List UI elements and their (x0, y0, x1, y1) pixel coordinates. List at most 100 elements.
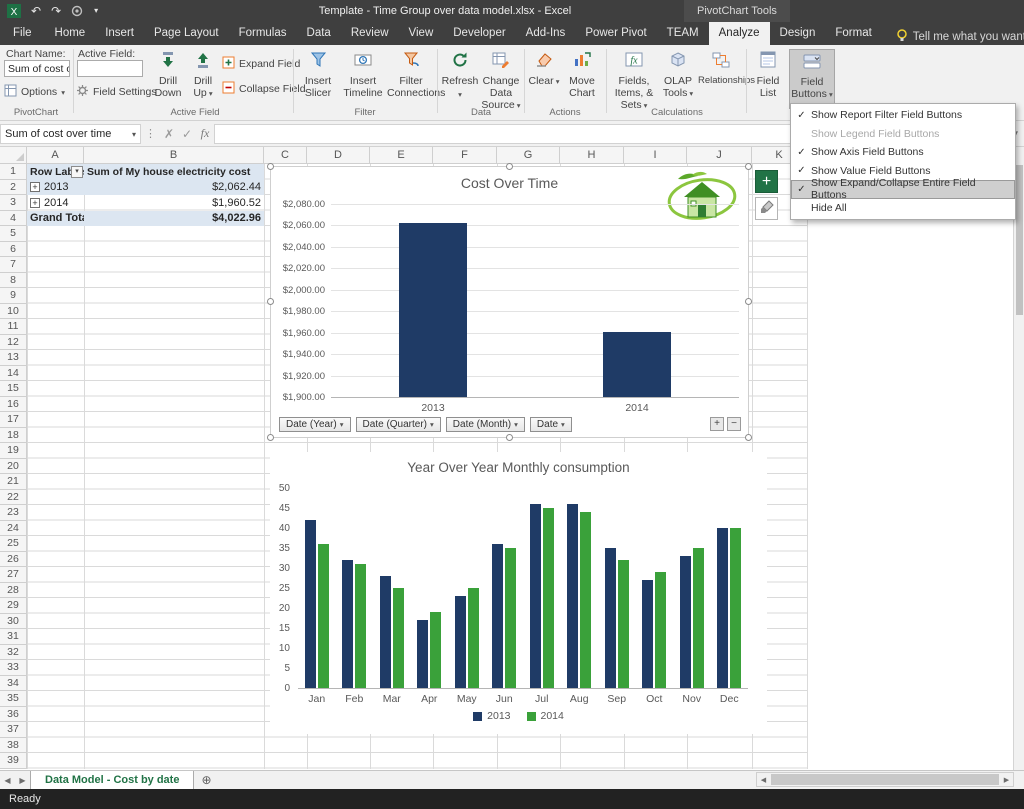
pivotchart-collapse-button[interactable]: − (727, 417, 741, 431)
row-header-5[interactable]: 5 (0, 226, 27, 242)
row-header-10[interactable]: 10 (0, 304, 27, 320)
chart-elements-button[interactable]: + (755, 170, 778, 193)
ribbon-tab-formulas[interactable]: Formulas (229, 22, 297, 45)
row-header-6[interactable]: 6 (0, 242, 27, 258)
row-header-32[interactable]: 32 (0, 645, 27, 661)
clear-button[interactable]: Clear (528, 49, 560, 109)
chart-title[interactable]: Year Over Year Monthly consumption (270, 460, 767, 475)
pivot-row-label[interactable]: Grand Total (27, 211, 84, 227)
row-labels-filter-icon[interactable]: ▾ (71, 166, 83, 178)
drill-up-button[interactable]: Drill Up (188, 49, 218, 109)
menu-item-show-legend-field-buttons[interactable]: Show Legend Field Buttons (791, 125, 1015, 144)
ribbon-tab-view[interactable]: View (399, 22, 444, 45)
row-header-26[interactable]: 26 (0, 552, 27, 568)
row-header-33[interactable]: 33 (0, 660, 27, 676)
column-header-f[interactable]: F (433, 147, 497, 164)
chart-field-button-date[interactable]: Date (530, 417, 572, 432)
row-header-28[interactable]: 28 (0, 583, 27, 599)
drill-down-button[interactable]: Drill Down (150, 49, 186, 109)
ribbon-tab-file[interactable]: File (0, 22, 45, 45)
pivotchart-expand-button[interactable]: + (710, 417, 724, 431)
bar-may-2013[interactable] (455, 596, 466, 688)
relationships-button[interactable]: Relationships (698, 49, 744, 109)
bar-jun-2014[interactable] (505, 548, 516, 688)
row-header-36[interactable]: 36 (0, 707, 27, 723)
ribbon-tab-analyze[interactable]: Analyze (709, 22, 770, 45)
ribbon-tab-add-ins[interactable]: Add-Ins (516, 22, 576, 45)
enter-icon[interactable]: ✓ (178, 127, 196, 141)
active-field-input[interactable] (77, 60, 143, 77)
chart-name-input[interactable]: Sum of cost o (4, 60, 70, 77)
row-header-7[interactable]: 7 (0, 257, 27, 273)
bar-2013[interactable] (399, 223, 467, 397)
bar-apr-2013[interactable] (417, 620, 428, 688)
chart-year-over-year[interactable]: Year Over Year Monthly consumption 20132… (270, 452, 767, 734)
field-settings-button[interactable]: Field Settings (76, 84, 157, 100)
name-box[interactable]: Sum of cost over time (0, 124, 141, 144)
row-header-34[interactable]: 34 (0, 676, 27, 692)
field-buttons-button[interactable]: Field Buttons (789, 49, 835, 109)
change-data-source-button[interactable]: Change Data Source (481, 49, 521, 109)
column-header-i[interactable]: I (624, 147, 687, 164)
menu-item-show-expand-collapse-entire-field-buttons[interactable]: ✓Show Expand/Collapse Entire Field Butto… (791, 180, 1015, 199)
column-header-h[interactable]: H (560, 147, 624, 164)
options-button[interactable]: Options (4, 84, 65, 100)
column-header-b[interactable]: B (84, 147, 264, 164)
ribbon-tab-insert[interactable]: Insert (95, 22, 144, 45)
bar-feb-2013[interactable] (342, 560, 353, 688)
bar-nov-2013[interactable] (680, 556, 691, 688)
ribbon-tab-data[interactable]: Data (297, 22, 341, 45)
menu-item-hide-all[interactable]: Hide All (791, 199, 1015, 218)
row-header-27[interactable]: 27 (0, 567, 27, 583)
bar-mar-2013[interactable] (380, 576, 391, 688)
row-header-16[interactable]: 16 (0, 397, 27, 413)
filter-connections-button[interactable]: Filter Connections (387, 49, 435, 109)
row-header-3[interactable]: 3 (0, 195, 27, 211)
bar-feb-2014[interactable] (355, 564, 366, 688)
pivot-header-value[interactable]: Sum of My house electricity cost (84, 164, 264, 180)
customize-qat-icon[interactable]: ▾ (94, 3, 98, 19)
pivot-row-value[interactable]: $2,062.44 (84, 180, 264, 196)
ribbon-tab-power-pivot[interactable]: Power Pivot (575, 22, 656, 45)
bar-sep-2014[interactable] (618, 560, 629, 688)
bar-jan-2013[interactable] (305, 520, 316, 688)
expand-icon[interactable]: + (30, 198, 40, 208)
ribbon-tab-developer[interactable]: Developer (443, 22, 515, 45)
row-header-1[interactable]: 1 (0, 164, 27, 180)
tell-me-box[interactable]: Tell me what you want to do... (896, 29, 1024, 45)
bar-oct-2014[interactable] (655, 572, 666, 688)
horizontal-scrollbar-thumb[interactable] (771, 774, 999, 785)
expand-icon[interactable]: + (30, 182, 40, 192)
ribbon-tab-review[interactable]: Review (341, 22, 399, 45)
pivot-header-row-labels[interactable]: Row Labels▾ (27, 164, 84, 180)
bar-mar-2014[interactable] (393, 588, 404, 688)
hscroll-right-icon[interactable]: ▶ (1000, 776, 1013, 784)
horizontal-scrollbar[interactable]: ◀ ▶ (756, 772, 1014, 787)
pivot-row-value[interactable]: $1,960.52 (84, 195, 264, 211)
row-header-21[interactable]: 21 (0, 474, 27, 490)
row-header-13[interactable]: 13 (0, 350, 27, 366)
row-header-8[interactable]: 8 (0, 273, 27, 289)
row-header-18[interactable]: 18 (0, 428, 27, 444)
field-list-button[interactable]: Field List (750, 49, 786, 109)
row-header-24[interactable]: 24 (0, 521, 27, 537)
redo-icon[interactable]: ↷ (51, 3, 61, 19)
ribbon-tab-format[interactable]: Format (825, 22, 881, 45)
pivotchart-cost-over-time[interactable]: Cost Over Time Date (Year)Date (Quarter)… (270, 166, 749, 438)
row-header-2[interactable]: 2 (0, 180, 27, 196)
bar-sep-2013[interactable] (605, 548, 616, 688)
row-header-29[interactable]: 29 (0, 598, 27, 614)
row-header-4[interactable]: 4 (0, 211, 27, 227)
chart-styles-button[interactable] (755, 197, 778, 220)
selection-handle[interactable] (267, 298, 274, 305)
bar-oct-2013[interactable] (642, 580, 653, 688)
insert-timeline-button[interactable]: Insert Timeline (341, 49, 385, 109)
bar-aug-2013[interactable] (567, 504, 578, 688)
insert-function-icon[interactable]: fx (196, 126, 214, 141)
pivot-row-label[interactable]: +2014 (27, 195, 84, 211)
column-header-c[interactable]: C (264, 147, 307, 164)
ribbon-tab-design[interactable]: Design (770, 22, 826, 45)
bar-aug-2014[interactable] (580, 512, 591, 688)
insert-slicer-button[interactable]: Insert Slicer (297, 49, 339, 109)
row-header-37[interactable]: 37 (0, 722, 27, 738)
